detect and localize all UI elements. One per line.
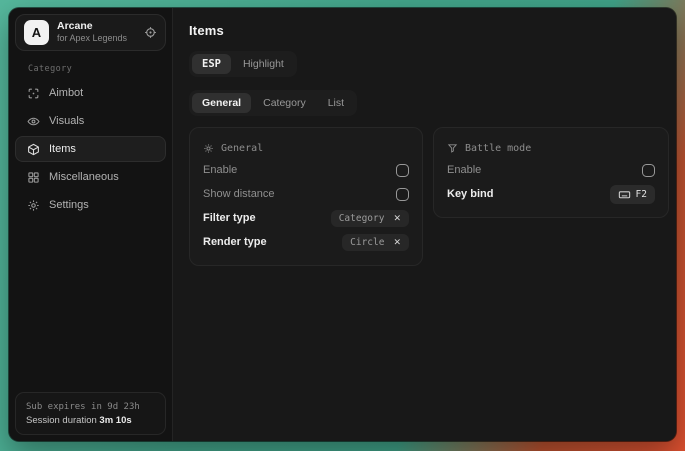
sun-icon	[203, 143, 214, 154]
key-bind-value: F2	[636, 189, 647, 200]
app-tagline: for Apex Legends	[57, 33, 127, 44]
sidebar-item-aimbot[interactable]: Aimbot	[15, 80, 166, 106]
app-window: A Arcane for Apex Legends Category	[9, 8, 676, 441]
setting-row-filter-type: Filter type Category ✕	[203, 206, 409, 230]
filter-type-select[interactable]: Category ✕	[331, 210, 409, 227]
general-card-header: General	[203, 138, 409, 158]
battle-mode-card-title: Battle mode	[465, 143, 531, 154]
sidebar-item-settings[interactable]: Settings	[15, 192, 166, 218]
app-name: Arcane	[57, 20, 127, 33]
general-card: General Enable Show distance Filter type…	[189, 127, 423, 266]
sidebar: A Arcane for Apex Legends Category	[9, 8, 173, 441]
sidebar-item-label: Items	[49, 143, 76, 155]
show-distance-checkbox[interactable]	[396, 188, 409, 201]
sidebar-section-label: Category	[28, 64, 166, 74]
setting-row-battle-enable: Enable	[447, 158, 655, 182]
x-icon[interactable]: ✕	[393, 238, 401, 247]
sidebar-item-label: Miscellaneous	[49, 171, 119, 183]
main-content: Items ESP Highlight General Category Lis…	[173, 8, 676, 441]
general-card-title: General	[221, 143, 263, 154]
subscription-box: Sub expires in 9d 23h Session duration 3…	[15, 392, 166, 435]
eye-icon	[27, 115, 40, 128]
tab-esp[interactable]: ESP	[192, 54, 231, 74]
setting-row-enable: Enable	[203, 158, 409, 182]
tab-list[interactable]: List	[318, 93, 354, 113]
gear-icon	[27, 199, 40, 212]
keyboard-icon	[618, 188, 631, 201]
page-title: Items	[189, 23, 669, 38]
target-icon[interactable]	[144, 26, 157, 39]
battle-enable-checkbox[interactable]	[642, 164, 655, 177]
app-meta: Arcane for Apex Legends	[57, 20, 127, 44]
sub-expiry-text: Sub expires in 9d 23h	[26, 400, 155, 415]
tab-category[interactable]: Category	[253, 93, 316, 113]
session-duration-text: Session duration 3m 10s	[26, 415, 155, 426]
setting-row-show-distance: Show distance	[203, 182, 409, 206]
battle-mode-card-header: Battle mode	[447, 138, 655, 158]
sidebar-item-visuals[interactable]: Visuals	[15, 108, 166, 134]
key-bind-button[interactable]: F2	[610, 185, 655, 204]
app-logo: A	[24, 20, 49, 45]
grid-icon	[27, 171, 40, 184]
enable-checkbox[interactable]	[396, 164, 409, 177]
sidebar-item-label: Settings	[49, 199, 89, 211]
funnel-icon	[447, 143, 458, 154]
render-type-select[interactable]: Circle ✕	[342, 234, 409, 251]
tab-highlight[interactable]: Highlight	[233, 54, 294, 74]
setting-row-key-bind: Key bind F2	[447, 182, 655, 206]
sidebar-item-miscellaneous[interactable]: Miscellaneous	[15, 164, 166, 190]
crosshair-icon	[27, 87, 40, 100]
sidebar-item-label: Visuals	[49, 115, 84, 127]
sidebar-nav: Aimbot Visuals Items	[15, 80, 166, 218]
app-header-card: A Arcane for Apex Legends	[15, 14, 166, 51]
sidebar-item-items[interactable]: Items	[15, 136, 166, 162]
tab-general[interactable]: General	[192, 93, 251, 113]
sidebar-item-label: Aimbot	[49, 87, 83, 99]
battle-mode-card: Battle mode Enable Key bind	[433, 127, 669, 218]
cube-icon	[27, 143, 40, 156]
view-tabs: General Category List	[189, 90, 357, 116]
setting-row-render-type: Render type Circle ✕	[203, 230, 409, 254]
x-icon[interactable]: ✕	[393, 214, 401, 223]
mode-tabs: ESP Highlight	[189, 51, 297, 77]
